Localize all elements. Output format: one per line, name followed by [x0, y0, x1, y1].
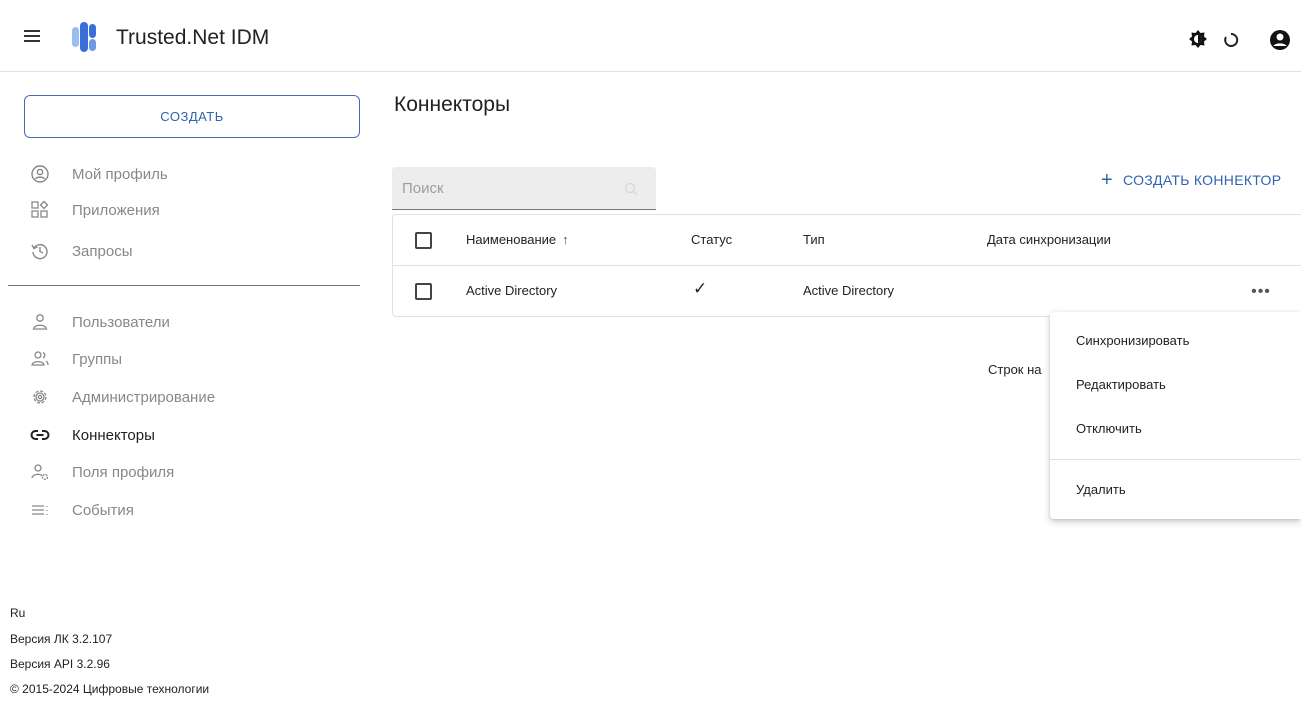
table-header-row: Наименование ↑ Статус Тип Дата синхрониза… — [393, 215, 1301, 266]
sidebar-item-label: Группы — [72, 350, 122, 368]
plus-icon: + — [1101, 169, 1113, 191]
language-selector[interactable]: Ru — [10, 606, 25, 620]
more-actions-icon[interactable]: ••• — [1249, 280, 1273, 304]
menu-item-sync[interactable]: Синхронизировать — [1076, 333, 1189, 348]
create-connector-button[interactable]: + СОЗДАТЬ КОННЕКТОР — [1101, 168, 1281, 192]
menu-item-delete[interactable]: Удалить — [1076, 482, 1126, 497]
create-button[interactable]: СОЗДАТЬ — [24, 95, 360, 138]
link-icon — [30, 430, 50, 440]
row-checkbox[interactable] — [415, 283, 432, 300]
search-field[interactable] — [392, 167, 656, 210]
row-actions-menu: Синхронизировать Редактировать Отключить… — [1050, 312, 1301, 519]
column-header-sync-date: Дата синхронизации — [987, 232, 1111, 247]
sidebar-item-label: Приложения — [72, 201, 160, 219]
sidebar-item-events[interactable]: События — [30, 495, 134, 525]
app-logo — [72, 22, 96, 52]
create-connector-label: СОЗДАТЬ КОННЕКТОР — [1122, 172, 1282, 188]
sidebar-item-users[interactable]: Пользователи — [30, 307, 170, 337]
status-check-icon: ✓ — [693, 279, 708, 298]
menu-divider — [1050, 459, 1301, 460]
menu-item-edit[interactable]: Редактировать — [1076, 377, 1166, 392]
connector-name: Active Directory — [466, 283, 558, 298]
search-icon — [624, 182, 638, 196]
account-icon[interactable] — [1268, 28, 1292, 52]
column-header-name[interactable]: Наименование ↑ — [466, 232, 569, 247]
group-icon — [31, 351, 49, 366]
search-input[interactable] — [392, 167, 656, 209]
rows-per-page-label: Строк на — [988, 362, 1042, 377]
sidebar-item-label: Администрирование — [72, 388, 216, 406]
sidebar-item-profile-fields[interactable]: Поля профиля — [30, 457, 174, 487]
app-header: Trusted.Net IDM — [0, 0, 1301, 72]
theme-icon[interactable] — [1186, 28, 1210, 52]
table-row[interactable]: Active Directory ✓ Active Directory ••• — [393, 266, 1301, 317]
app-title: Trusted.Net IDM — [116, 26, 270, 49]
sidebar-item-groups[interactable]: Группы — [30, 344, 122, 374]
settings-icon — [33, 390, 47, 404]
connectors-table: Наименование ↑ Статус Тип Дата синхрониза… — [392, 214, 1301, 317]
sidebar-item-label: Запросы — [72, 242, 133, 260]
sidebar-item-connectors[interactable]: Коннекторы — [30, 420, 155, 450]
user-icon — [32, 314, 48, 330]
events-icon — [32, 505, 48, 515]
sidebar-divider — [8, 285, 360, 286]
version-api: Версия API 3.2.96 — [10, 657, 110, 671]
profile-icon — [31, 165, 49, 183]
history-icon — [31, 243, 48, 260]
copyright: © 2015-2024 Цифровые технологии — [10, 682, 210, 696]
column-header-label: Наименование — [466, 232, 557, 247]
column-header-status: Статус — [691, 232, 733, 247]
sidebar-item-administration[interactable]: Администрирование — [30, 382, 215, 412]
refresh-icon[interactable] — [1219, 28, 1243, 52]
page-title: Коннекторы — [394, 93, 511, 116]
sidebar-item-label: Поля профиля — [72, 463, 175, 481]
version-lk: Версия ЛК 3.2.107 — [10, 632, 113, 646]
sidebar-item-label: Мой профиль — [72, 165, 168, 183]
user-settings-icon — [31, 464, 49, 481]
sidebar-item-label: Пользователи — [72, 313, 170, 331]
sidebar-item-requests[interactable]: Запросы — [30, 236, 133, 266]
sidebar-item-apps[interactable]: Приложения — [30, 195, 160, 225]
connector-type: Active Directory — [803, 283, 895, 298]
sidebar-item-label: События — [72, 501, 134, 519]
select-all-checkbox[interactable] — [415, 232, 432, 249]
sidebar-item-label: Коннекторы — [72, 426, 155, 444]
sidebar-item-my-profile[interactable]: Мой профиль — [30, 159, 168, 189]
menu-icon[interactable] — [22, 26, 42, 46]
column-header-type: Тип — [803, 232, 825, 247]
sort-ascending-icon: ↑ — [562, 232, 569, 247]
menu-item-disable[interactable]: Отключить — [1076, 421, 1142, 436]
apps-icon — [31, 200, 49, 218]
